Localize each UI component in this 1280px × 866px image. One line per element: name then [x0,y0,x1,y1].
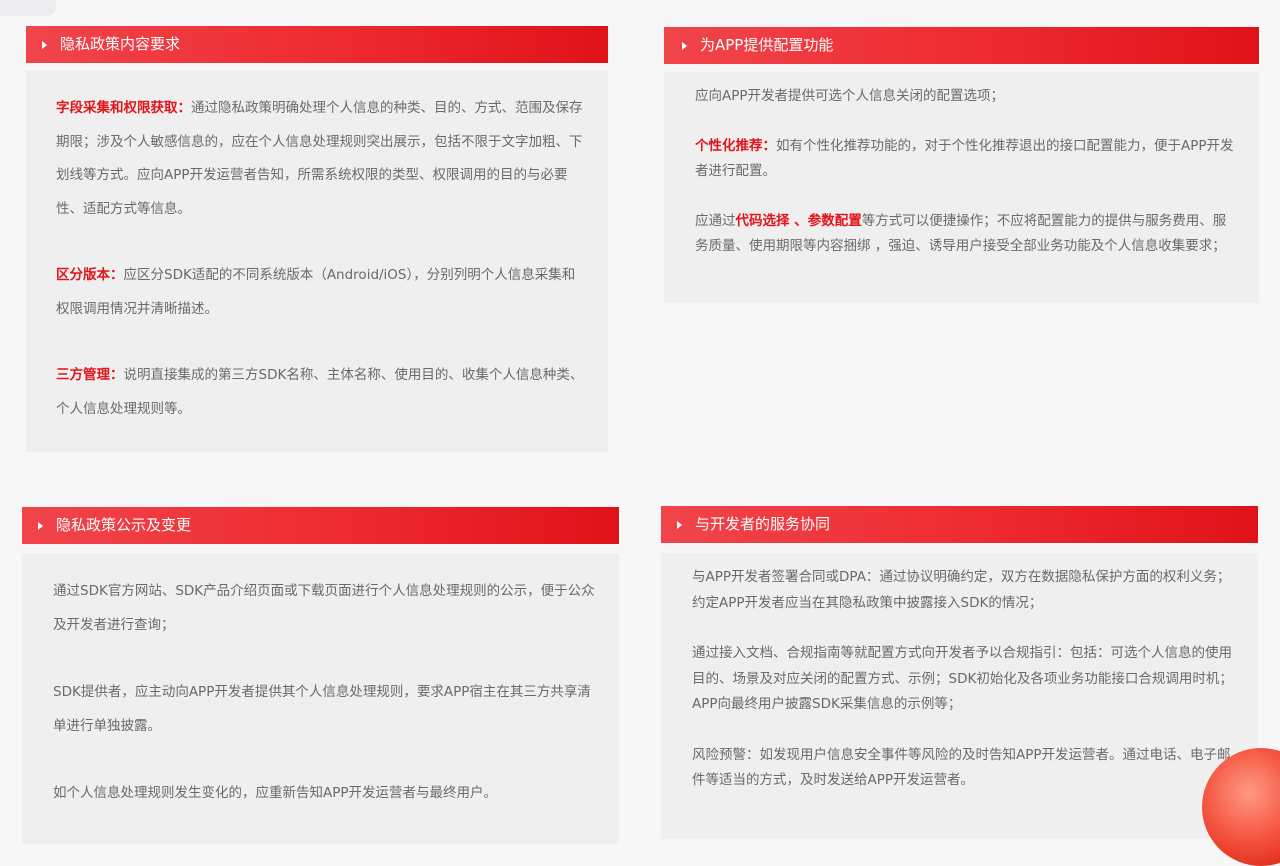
card-developer-collab: 与开发者的服务协同 与APP开发者签署合同或DPA：通过协议明确约定，双方在数据… [661,506,1258,839]
caret-right-icon [38,521,43,530]
caret-right-icon [677,520,682,529]
card-policy-disclosure: 隐私政策公示及变更 通过SDK官方网站、SDK产品介绍页面或下载页面进行个人信息… [22,507,619,844]
caret-right-icon [42,40,47,49]
paragraph-prefix: 应通过 [695,213,736,229]
highlight-label: 字段采集和权限获取： [56,100,191,116]
paragraph-text: 如个人信息处理规则发生变化的，应重新告知APP开发运营者与最终用户。 [53,785,498,801]
paragraph-text: 风险预警：如发现用户信息安全事件等风险的及时告知APP开发运营者。通过电话、电子… [692,746,1231,789]
card-header: 隐私政策公示及变更 [22,507,619,544]
caret-right-icon [682,41,687,50]
paragraph-guidance: 通过接入文档、合规指南等就配置方式向开发者予以合规指引：包括：可选个人信息的使用… [692,641,1238,718]
paragraph-text: SDK提供者，应主动向APP开发者提供其个人信息处理规则，要求APP宿主在其三方… [53,684,591,734]
card-body: 通过SDK官方网站、SDK产品介绍页面或下载页面进行个人信息处理规则的公示，便于… [22,554,619,844]
highlight-label: 个性化推荐： [695,138,776,154]
paragraph-risk-alert: 风险预警：如发现用户信息安全事件等风险的及时告知APP开发运营者。通过电话、电子… [692,743,1238,794]
paragraph-text: 说明直接集成的第三方SDK名称、主体名称、使用目的、收集个人信息种类、个人信息处… [56,367,584,417]
card-title: 为APP提供配置功能 [700,36,834,54]
card-title: 隐私政策公示及变更 [56,516,192,534]
highlight-label: 区分版本： [56,267,124,283]
paragraph-config-option: 应向APP开发者提供可选个人信息关闭的配置选项； [695,84,1239,109]
card-header: 与开发者的服务协同 [661,506,1258,543]
card-title: 与开发者的服务协同 [695,515,831,533]
paragraph-text: 通过隐私政策明确处理个人信息的种类、目的、方式、范围及保存期限；涉及个人敏感信息… [56,100,583,217]
card-header: 为APP提供配置功能 [664,27,1259,64]
paragraph-text: 如有个性化推荐功能的，对于个性化推荐退出的接口配置能力，便于APP开发者进行配置… [695,138,1234,179]
paragraph-sdk-provider: SDK提供者，应主动向APP开发者提供其个人信息处理规则，要求APP宿主在其三方… [53,676,597,743]
card-header: 隐私政策内容要求 [26,26,608,63]
paragraph-field-collection: 字段采集和权限获取：通过隐私政策明确处理个人信息的种类、目的、方式、范围及保存期… [56,92,586,226]
paragraph-text: 应区分SDK适配的不同系统版本（Android/iOS），分别列明个人信息采集和… [56,267,576,317]
paragraph-text: 通过SDK官方网站、SDK产品介绍页面或下载页面进行个人信息处理规则的公示，便于… [53,583,595,633]
paragraph-rule-change: 如个人信息处理规则发生变化的，应重新告知APP开发运营者与最终用户。 [53,777,597,811]
paragraph-text: 与APP开发者签署合同或DPA：通过协议明确约定，双方在数据隐私保护方面的权利义… [692,569,1231,611]
highlight-label: 三方管理： [56,367,124,383]
highlight-label: 代码选择 、参数配置 [735,213,862,229]
top-tab-strip [0,0,56,16]
paragraph-text: 通过接入文档、合规指南等就配置方式向开发者予以合规指引：包括：可选个人信息的使用… [692,645,1233,712]
card-body: 与APP开发者签署合同或DPA：通过协议明确约定，双方在数据隐私保护方面的权利义… [661,553,1258,839]
card-app-config: 为APP提供配置功能 应向APP开发者提供可选个人信息关闭的配置选项； 个性化推… [664,27,1259,303]
paragraph-personalized: 个性化推荐：如有个性化推荐功能的，对于个性化推荐退出的接口配置能力，便于APP开… [695,134,1239,184]
paragraph-third-party: 三方管理：说明直接集成的第三方SDK名称、主体名称、使用目的、收集个人信息种类、… [56,359,586,426]
card-body: 应向APP开发者提供可选个人信息关闭的配置选项； 个性化推荐：如有个性化推荐功能… [664,72,1259,303]
paragraph-version: 区分版本：应区分SDK适配的不同系统版本（Android/iOS），分别列明个人… [56,259,586,326]
paragraph-contract: 与APP开发者签署合同或DPA：通过协议明确约定，双方在数据隐私保护方面的权利义… [692,565,1238,616]
card-title: 隐私政策内容要求 [60,35,181,53]
card-body: 字段采集和权限获取：通过隐私政策明确处理个人信息的种类、目的、方式、范围及保存期… [26,71,608,452]
paragraph-text: 应向APP开发者提供可选个人信息关闭的配置选项； [695,88,1005,104]
paragraph-official-site: 通过SDK官方网站、SDK产品介绍页面或下载页面进行个人信息处理规则的公示，便于… [53,575,597,642]
card-privacy-policy-content: 隐私政策内容要求 字段采集和权限获取：通过隐私政策明确处理个人信息的种类、目的、… [26,26,608,452]
paragraph-code-param: 应通过代码选择 、参数配置等方式可以便捷操作；不应将配置能力的提供与服务费用、服… [695,209,1239,259]
